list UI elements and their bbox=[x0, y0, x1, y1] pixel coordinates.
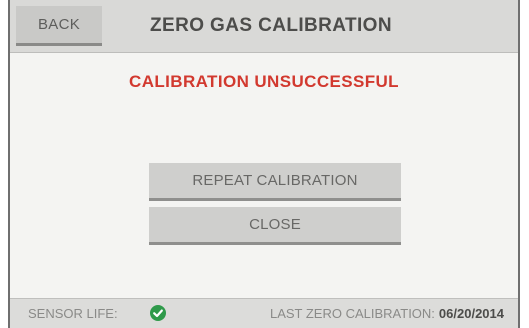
last-calibration-label: LAST ZERO CALIBRATION: bbox=[269, 306, 435, 321]
close-button[interactable]: CLOSE bbox=[149, 207, 401, 245]
status-bar: SENSOR LIFE: LAST ZERO CALIBRATION: 06/20… bbox=[10, 298, 518, 328]
last-calibration-date: 06/20/2014 bbox=[438, 306, 504, 321]
back-button[interactable]: BACK bbox=[16, 6, 102, 46]
repeat-calibration-button[interactable]: REPEAT CALIBRATION bbox=[149, 163, 401, 201]
last-calibration: LAST ZERO CALIBRATION: 06/20/2014 bbox=[270, 306, 504, 321]
calibration-status-message: CALIBRATION UNSUCCESSFUL bbox=[129, 72, 399, 91]
title-bar: BACK ZERO GAS CALIBRATION bbox=[10, 0, 518, 53]
device-screen: BACK ZERO GAS CALIBRATION CALIBRATION UN… bbox=[8, 0, 520, 328]
page-title: ZERO GAS CALIBRATION bbox=[150, 15, 392, 36]
check-circle-icon bbox=[150, 305, 166, 321]
sensor-life-label: SENSOR LIFE: bbox=[28, 306, 118, 321]
